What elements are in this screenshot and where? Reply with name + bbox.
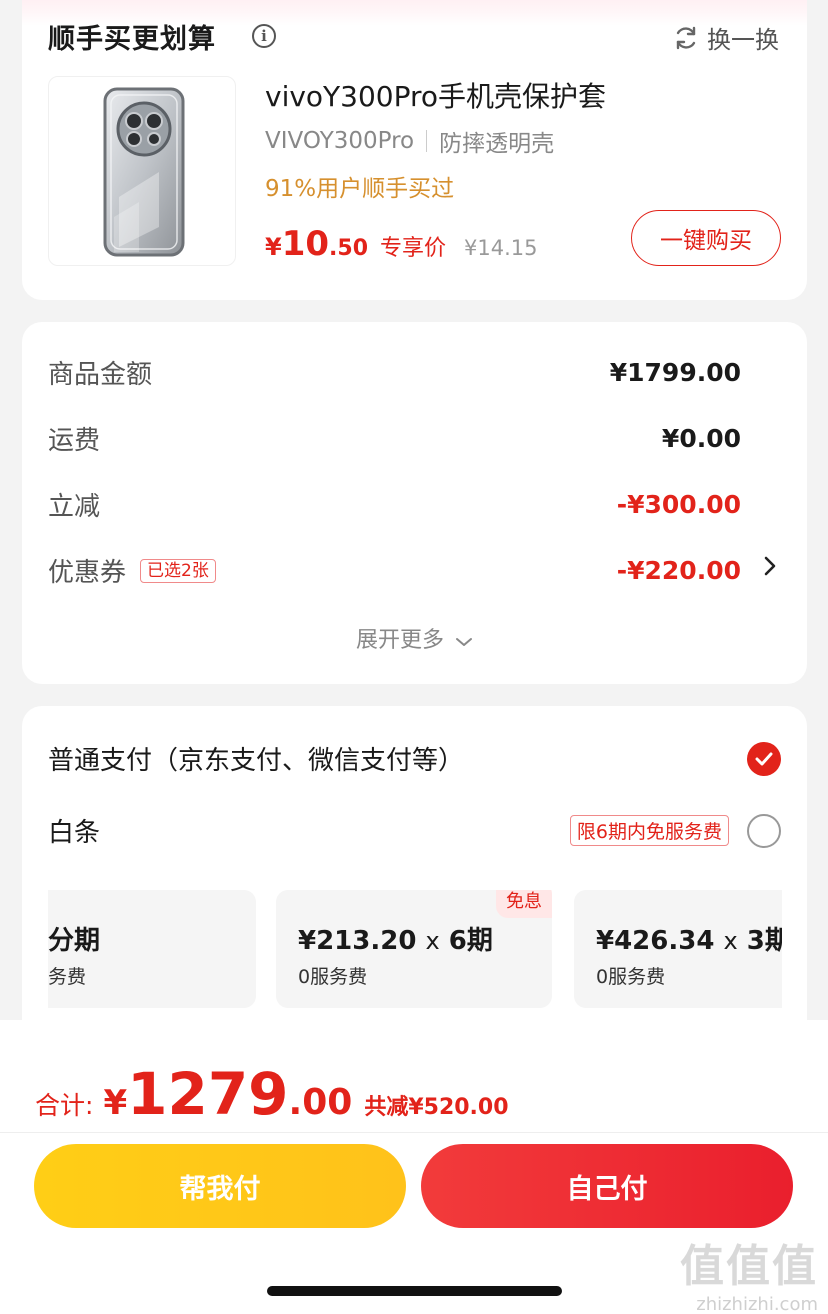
refresh-label: 换一换	[707, 26, 779, 54]
payment-card: 普通支付（京东支付、微信支付等） 白条 限6期内免服务费 分期 务费 ¥213.…	[22, 706, 807, 1046]
spec-type: 防摔透明壳	[439, 131, 555, 157]
chevron-down-icon	[456, 638, 472, 646]
summary-label: 优惠券 已选2张	[48, 552, 216, 589]
summary-value: -¥220.00	[616, 556, 741, 585]
total-integer: 1279	[127, 1060, 289, 1128]
plan-amount: ¥213.20	[298, 926, 417, 956]
installment-plan-card[interactable]: ¥213.20 x 6期 0服务费 免息	[276, 890, 552, 1008]
expand-more-label: 展开更多	[355, 628, 444, 653]
recommend-card: 顺手买更划算 i 换一换 vivoY300Pro手机壳保护套 VIVOY300P…	[22, 0, 807, 300]
help-pay-button[interactable]: 帮我付	[34, 1144, 406, 1228]
checked-icon[interactable]	[747, 741, 781, 776]
plan-title: 分期	[48, 926, 101, 956]
summary-row-goods: 商品金额 ¥1799.00	[48, 354, 741, 391]
installment-plans: 分期 务费 ¥213.20 x 6期 0服务费 免息 ¥426.34 x 3期 …	[48, 890, 782, 1010]
normal-pay-option[interactable]: 普通支付（京东支付、微信支付等）	[48, 740, 781, 777]
summary-label: 运费	[48, 426, 101, 456]
total-saving: 共减¥520.00	[364, 1095, 509, 1120]
home-indicator[interactable]	[267, 1286, 562, 1296]
total-label: 合计:	[35, 1091, 94, 1120]
installment-plan-card[interactable]: ¥426.34 x 3期 0服务费	[574, 890, 782, 1008]
plan-term: 3期	[746, 926, 782, 956]
coupon-badge: 已选2张	[140, 558, 216, 583]
one-click-buy-button[interactable]: 一键购买	[631, 210, 781, 266]
plan-term: 6期	[448, 926, 493, 956]
baitiao-label: 白条	[48, 818, 101, 848]
total-decimal: .00	[288, 1082, 353, 1123]
baitiao-option[interactable]: 白条 限6期内免服务费	[48, 812, 781, 849]
normal-pay-label: 普通支付（京东支付、微信支付等）	[48, 746, 465, 776]
summary-value: ¥0.00	[661, 424, 741, 453]
bought-rate: 91%用户顺手买过	[265, 176, 455, 202]
coupon-label: 优惠券	[48, 558, 127, 588]
unchecked-radio-icon[interactable]	[747, 813, 781, 848]
recommend-title: 顺手买更划算	[48, 24, 216, 55]
refresh-button[interactable]: 换一换	[673, 20, 779, 55]
plan-fee: 0服务费	[596, 966, 666, 988]
product-price: ¥ 10 .50 专享价 ¥14.15	[265, 224, 538, 264]
summary-row-discount: 立减 -¥300.00	[48, 486, 741, 523]
product-thumbnail[interactable]	[48, 76, 236, 266]
summary-label: 立减	[48, 492, 101, 522]
summary-label: 商品金额	[48, 360, 153, 390]
total-currency: ¥	[103, 1083, 128, 1123]
order-summary-card: 商品金额 ¥1799.00 运费 ¥0.00 立减 -¥300.00 优惠券 已…	[22, 322, 807, 684]
plan-fee: 务费	[48, 966, 87, 988]
plan-title: ¥426.34 x 3期	[596, 920, 782, 957]
plan-times: x	[425, 927, 440, 955]
watermark-logo: 值值值	[680, 1241, 818, 1292]
price-integer: 10	[281, 224, 330, 264]
watermark-url: zhizhizhi.com	[696, 1294, 818, 1314]
plan-times: x	[723, 927, 738, 955]
interest-free-badge: 免息	[496, 890, 552, 918]
spec-divider	[426, 130, 428, 152]
expand-more-button[interactable]: 展开更多	[22, 622, 807, 654]
installment-plan-card[interactable]: 分期 务费	[48, 890, 256, 1008]
chevron-right-icon[interactable]	[763, 555, 777, 577]
price-tag: 专享价	[380, 236, 447, 261]
checkout-page: 顺手买更划算 i 换一换 vivoY300Pro手机壳保护套 VIVOY300P…	[0, 0, 828, 1314]
price-decimal: .50	[329, 236, 369, 261]
plan-title: ¥213.20 x 6期	[298, 920, 493, 957]
summary-value: ¥1799.00	[609, 358, 741, 387]
spec-model: VIVOY300Pro	[265, 128, 415, 154]
order-total: 合计: ¥ 1279 .00 共减¥520.00	[35, 1060, 509, 1128]
original-price: ¥14.15	[464, 236, 538, 260]
plan-amount: ¥426.34	[596, 926, 715, 956]
baitiao-promo-badge: 限6期内免服务费	[569, 815, 729, 846]
summary-row-coupon[interactable]: 优惠券 已选2张 -¥220.00	[48, 552, 741, 589]
footer-divider	[0, 1132, 828, 1133]
checkout-footer: 合计: ¥ 1279 .00 共减¥520.00 帮我付 自己付 值值值 zhi…	[0, 1020, 828, 1314]
summary-row-shipping: 运费 ¥0.00	[48, 420, 741, 457]
watermark: 值值值 zhizhizhi.com	[680, 1230, 818, 1314]
product-spec: VIVOY300Pro 防摔透明壳	[265, 124, 554, 158]
summary-value: -¥300.00	[616, 490, 741, 519]
product-name[interactable]: vivoY300Pro手机壳保护套	[265, 75, 606, 115]
self-pay-button[interactable]: 自己付	[421, 1144, 793, 1228]
phone-case-image	[103, 87, 185, 257]
price-currency: ¥	[265, 233, 282, 261]
plan-fee: 0服务费	[298, 966, 368, 988]
refresh-icon	[676, 26, 696, 49]
info-icon[interactable]: i	[252, 24, 276, 48]
